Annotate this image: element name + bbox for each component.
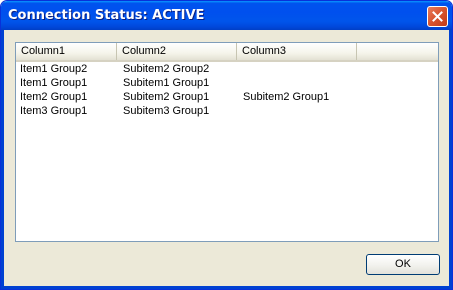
title-bar[interactable]: Connection Status: ACTIVE: [1, 1, 452, 30]
close-icon: [432, 11, 443, 22]
list-cell: Subitem1 Group1: [123, 77, 210, 89]
list-cell: [239, 62, 359, 76]
window-title: Connection Status: ACTIVE: [8, 8, 205, 23]
window-border-left: [1, 30, 4, 289]
list-cell: Item1 Group1: [20, 77, 88, 89]
column-header-filler: [357, 43, 438, 60]
list-row[interactable]: Item1 Group2 Subitem2 Group2: [16, 62, 438, 76]
close-button[interactable]: [427, 6, 448, 27]
list-cell: [239, 76, 359, 90]
ok-button[interactable]: OK: [366, 254, 440, 275]
window-border-right: [449, 30, 452, 289]
list-view[interactable]: Column1 Column2 Column3 Item1 Group2 Sub…: [15, 42, 439, 242]
list-cell: Subitem2 Group1: [243, 91, 330, 103]
column-header-1[interactable]: Column1: [16, 43, 117, 60]
list-header: Column1 Column2 Column3: [16, 43, 438, 62]
list-cell: Subitem2 Group1: [123, 91, 210, 103]
list-row[interactable]: Item1 Group1 Subitem1 Group1: [16, 76, 438, 90]
list-cell: Subitem2 Group2: [123, 63, 210, 75]
dialog-window: Connection Status: ACTIVE Column1 Column…: [0, 0, 453, 290]
list-row[interactable]: Item2 Group1 Subitem2 Group1 Subitem2 Gr…: [16, 90, 438, 104]
list-cell: Item2 Group1: [20, 91, 88, 103]
list-cell: Item3 Group1: [20, 105, 88, 117]
list-cell: Subitem3 Group1: [123, 105, 210, 117]
list-cell: Item1 Group2: [20, 63, 88, 75]
list-body: Item1 Group2 Subitem2 Group2 Item1 Group…: [16, 62, 438, 118]
column-header-3[interactable]: Column3: [237, 43, 357, 60]
list-row[interactable]: Item3 Group1 Subitem3 Group1: [16, 104, 438, 118]
column-header-2[interactable]: Column2: [117, 43, 237, 60]
list-cell: [239, 104, 359, 118]
window-border-bottom: [1, 286, 452, 289]
